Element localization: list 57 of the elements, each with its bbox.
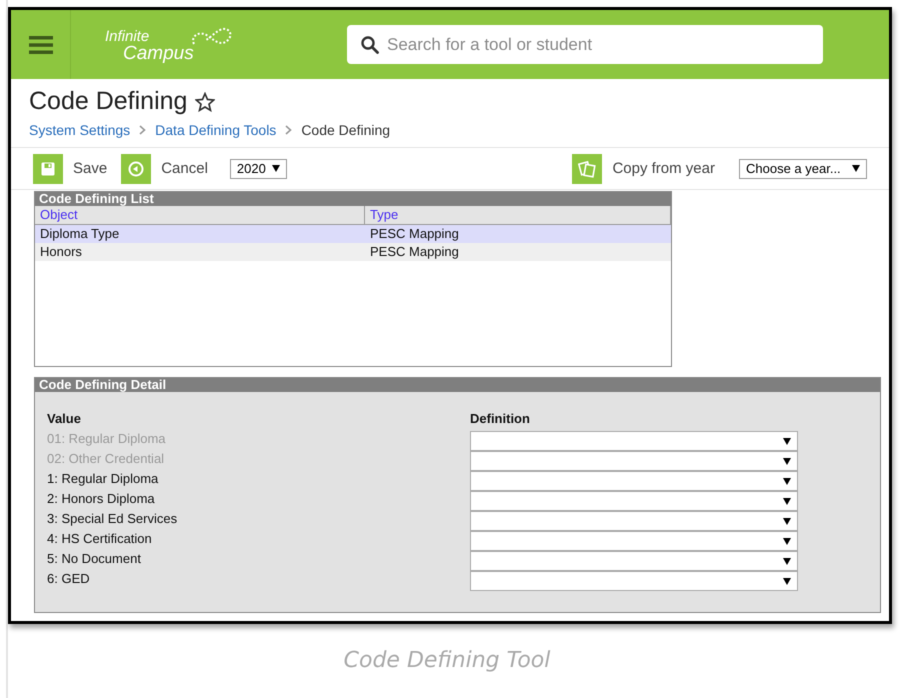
column-header: Value [47,411,82,428]
dropdown-arrow-icon [783,438,791,444]
cancel-button[interactable]: Cancel [161,160,208,177]
definition-select[interactable] [470,551,798,571]
dropdown-arrow-icon [783,578,791,584]
dropdown-arrow-icon [783,498,791,504]
image-caption: Code Defining Tool [342,648,552,673]
definition-select[interactable] [470,571,798,591]
logo-text-line: Campus [123,44,194,62]
value-label: 1: Regular Diploma [47,471,160,488]
definition-select[interactable] [470,471,798,491]
page-title: Code Defining [29,87,188,116]
value-label: 02: Other Credential [47,451,166,468]
dropdown-arrow-icon [783,478,791,484]
column-header[interactable]: Object [35,206,365,224]
search-icon [361,36,379,54]
dropdown-arrow-icon [272,165,280,172]
dropdown-arrow-icon [783,558,791,564]
save-button[interactable]: Save [73,160,108,177]
copy-icon[interactable] [572,154,602,184]
star-icon[interactable] [195,92,216,112]
dropdown-arrow-icon [783,518,791,524]
definition-select[interactable] [470,531,798,551]
search-field[interactable]: Search for a tool or student [347,25,823,64]
column-header: Definition [470,411,531,428]
definition-select[interactable] [470,491,798,511]
dropdown-arrow-icon [783,538,791,544]
cancel-icon[interactable] [121,154,152,184]
definition-select[interactable] [470,451,798,471]
value-label: 5: No Document [47,551,142,568]
value-label: 3: Special Ed Services [47,511,178,528]
panel-title: Code Defining Detail [35,378,880,392]
panel-title: Code Defining List [35,192,671,206]
breadcrumb-link[interactable]: Data Defining Tools [155,122,276,138]
column-header[interactable]: Type [365,206,671,224]
dropdown-arrow-icon [852,165,860,172]
logo-text-line: Infinite [105,28,150,44]
table-cell-text: PESC Mapping [369,243,460,261]
value-label: 01: Regular Diploma [47,431,167,448]
save-icon[interactable] [33,154,63,184]
breadcrumb-link[interactable]: System Settings [29,122,130,138]
value-label: 4: HS Certification [47,531,153,548]
definition-select[interactable] [470,431,798,451]
definition-select[interactable] [470,511,798,531]
list-row[interactable]: Diploma Type PESC Mapping [35,225,671,243]
breadcrumb-current: Code Defining [301,122,390,138]
menu-icon[interactable] [28,34,52,54]
value-label: 6: GED [47,571,91,588]
list-row[interactable]: Honors PESC Mapping [35,243,671,261]
copy-from-year-button[interactable]: Copy from year [612,160,715,177]
year-select[interactable]: 2020 [230,158,287,178]
table-cell-text: Diploma Type [39,225,120,243]
year-select[interactable]: Choose a year... [739,158,867,178]
value-label: 2: Honors Diploma [47,491,156,508]
table-cell-text: Honors [39,243,83,261]
dropdown-arrow-icon [783,458,791,464]
table-cell-text: PESC Mapping [369,225,460,243]
